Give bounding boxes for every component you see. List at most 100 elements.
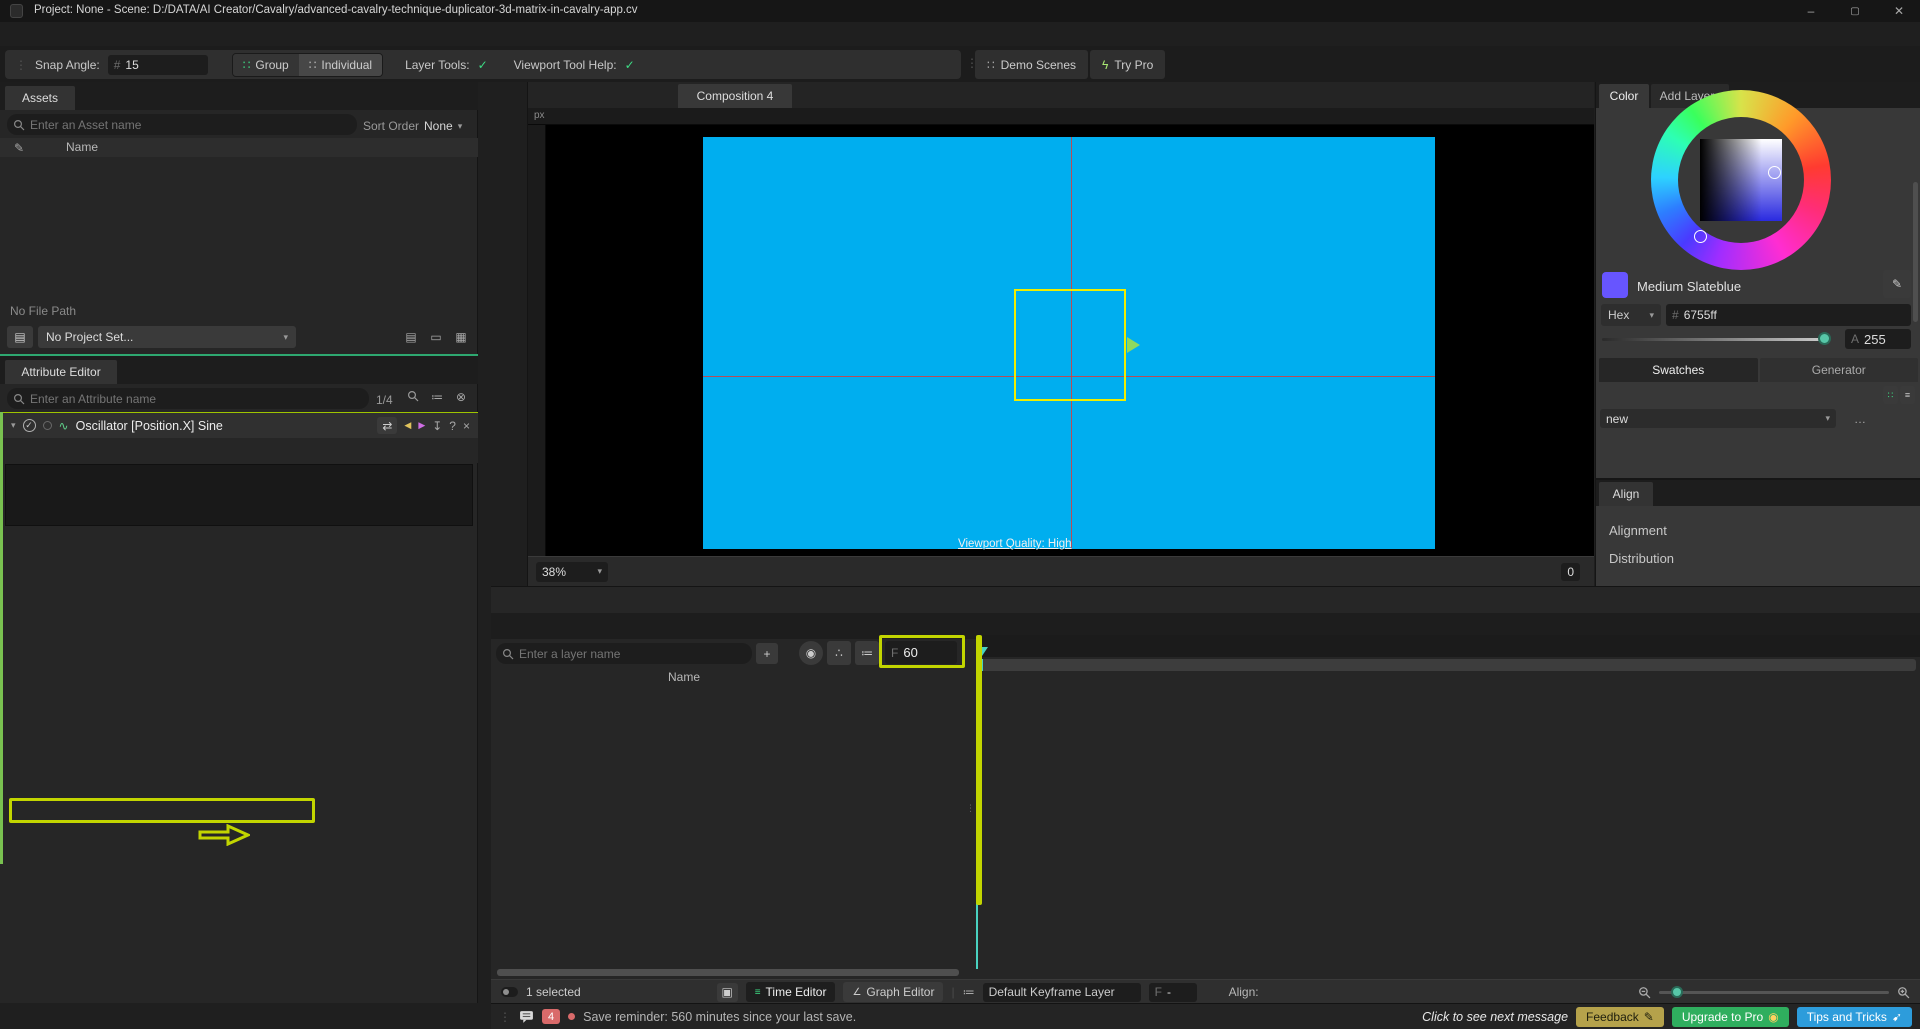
- current-color-chip[interactable]: [1602, 272, 1628, 298]
- playhead-handle[interactable]: [976, 647, 988, 656]
- work-area-strip[interactable]: [976, 659, 1916, 671]
- collapse-chevron-icon[interactable]: ▾: [11, 420, 16, 431]
- keyframe-prev-icon[interactable]: ◀: [404, 420, 411, 431]
- upgrade-pro-button[interactable]: Upgrade to Pro◉: [1672, 1007, 1789, 1027]
- swatch-list-view-button[interactable]: ≡: [1900, 386, 1915, 404]
- help-icon[interactable]: ?: [449, 419, 456, 433]
- alpha-value-field[interactable]: A255: [1845, 329, 1911, 349]
- project-set-dropdown[interactable]: No Project Set...▾: [38, 326, 296, 348]
- minimize-button[interactable]: –: [1790, 0, 1832, 22]
- upgrade-icon: ◉: [1768, 1010, 1778, 1024]
- feedback-button[interactable]: Feedback✎: [1576, 1007, 1664, 1027]
- layer-search-input[interactable]: Enter a layer name: [496, 643, 752, 664]
- time-editor-button[interactable]: ≡ Time Editor: [746, 982, 836, 1002]
- clear-icon[interactable]: ⊗: [452, 390, 470, 404]
- viewport-composition-tab[interactable]: Composition 4: [678, 84, 792, 108]
- layer-list-hscrollbar[interactable]: [497, 969, 959, 976]
- layer-tools-check[interactable]: ✓: [478, 58, 488, 72]
- try-pro-button[interactable]: ϟ Try Pro: [1090, 50, 1165, 79]
- footer-frame-field[interactable]: F-: [1149, 983, 1197, 1002]
- selection-toggle-icon[interactable]: [501, 987, 518, 997]
- add-layer-button[interactable]: +: [756, 643, 778, 664]
- sort-order-select[interactable]: None▾: [424, 119, 462, 133]
- generator-tab[interactable]: Generator: [1760, 358, 1919, 382]
- layer-settings-button[interactable]: ≔: [855, 641, 879, 665]
- viewport-panel: Composition 4 px Viewport Quality: High …: [528, 82, 1594, 586]
- waveform-preview: [5, 464, 473, 526]
- playhead-line[interactable]: [976, 657, 978, 969]
- sv-picker[interactable]: [1700, 139, 1782, 221]
- no-file-path-label: No File Path: [10, 304, 76, 318]
- alpha-slider-handle[interactable]: [1818, 332, 1831, 345]
- filter-icon[interactable]: ≔: [428, 390, 446, 404]
- viewport-tool-help-check[interactable]: ✓: [625, 58, 635, 72]
- frame-offset-field[interactable]: 0: [1561, 563, 1580, 581]
- message-count-badge[interactable]: 4: [542, 1009, 560, 1024]
- enabled-check-icon[interactable]: ✓: [23, 419, 36, 432]
- swatch-more-button[interactable]: …: [1848, 409, 1872, 428]
- search-icon: [13, 393, 25, 405]
- snap-toolbar-group: ⋮ Snap Angle: #15 ∷ Group ∷ Individual L…: [5, 50, 961, 79]
- find-icon[interactable]: [404, 390, 422, 402]
- keyframe-next-icon[interactable]: ▶: [418, 420, 425, 431]
- tips-tricks-button[interactable]: Tips and Tricks➹: [1797, 1007, 1912, 1027]
- sort-order-label: Sort Order: [363, 119, 419, 133]
- rotate-handle-icon[interactable]: [1127, 337, 1140, 353]
- group-mode-button[interactable]: ∷ Group: [233, 54, 299, 76]
- demo-scenes-button[interactable]: ∷ Demo Scenes: [975, 50, 1088, 79]
- app-logo-icon: [10, 4, 23, 18]
- color-panel-scrollbar[interactable]: [1913, 182, 1918, 322]
- swatches-tab[interactable]: Swatches: [1599, 358, 1758, 382]
- swatch-grid-view-button[interactable]: ∷: [1883, 386, 1898, 404]
- next-message-link[interactable]: Click to see next message: [1422, 1010, 1568, 1024]
- layer-name-header: Name: [668, 670, 700, 684]
- grid-view-icon[interactable]: ▦: [451, 330, 471, 344]
- panel-splitter[interactable]: ⋮: [966, 643, 974, 983]
- zoom-in-icon[interactable]: [1897, 986, 1910, 999]
- attribute-counter: 1/4: [376, 393, 393, 407]
- hue-handle[interactable]: [1694, 230, 1707, 243]
- align-tab[interactable]: Align: [1599, 482, 1653, 506]
- close-button[interactable]: ✕: [1878, 0, 1920, 22]
- pin-icon[interactable]: ↧: [432, 419, 442, 433]
- attribute-editor-tab[interactable]: Attribute Editor: [5, 360, 117, 384]
- hex-mode-select[interactable]: Hex▾: [1601, 304, 1661, 326]
- snap-angle-input[interactable]: #15: [108, 55, 208, 75]
- node-switch-icon[interactable]: ⇄: [377, 417, 397, 434]
- onion-skin-button[interactable]: ◉: [799, 641, 823, 665]
- project-set-icon-button[interactable]: ▤: [7, 326, 33, 348]
- viewport-tool-column: [479, 82, 528, 586]
- solo-circle-icon[interactable]: [43, 421, 52, 430]
- swatch-group-select[interactable]: new▾: [1600, 409, 1836, 428]
- asset-search-input[interactable]: Enter an Asset name: [7, 114, 357, 135]
- oscillator-node-header[interactable]: ▾ ✓ ∿ Oscillator [Position.X] Sine ⇄ ◀ ▶…: [3, 412, 478, 438]
- timeline-zoom-handle[interactable]: [1671, 986, 1683, 998]
- timeline-ruler[interactable]: [976, 635, 1920, 657]
- selection-bounding-box[interactable]: [1014, 289, 1126, 401]
- eyedropper-button[interactable]: ✎: [1883, 270, 1911, 298]
- monitor-icon[interactable]: ▭: [426, 330, 446, 344]
- composition-canvas[interactable]: [703, 137, 1435, 549]
- zoom-out-icon[interactable]: [1638, 986, 1651, 999]
- graph-editor-button[interactable]: ∠ Graph Editor: [843, 982, 943, 1002]
- assets-tab[interactable]: Assets: [5, 86, 75, 110]
- attribute-search-input[interactable]: Enter an Attribute name: [7, 388, 369, 409]
- maximize-button[interactable]: ▢: [1834, 0, 1876, 22]
- keyframe-view-button[interactable]: ▣: [717, 983, 738, 1002]
- alpha-slider[interactable]: [1602, 338, 1830, 341]
- node-close-icon[interactable]: ×: [463, 419, 470, 433]
- folder-icon[interactable]: ▤: [401, 330, 421, 344]
- scatter-add-button[interactable]: ∴: [827, 641, 851, 665]
- messages-icon[interactable]: [519, 1009, 534, 1024]
- sv-handle[interactable]: [1768, 166, 1781, 179]
- default-keyframe-layer-select[interactable]: Default Keyframe Layer: [983, 983, 1141, 1002]
- status-bar: ⋮ 4 Save reminder: 560 minutes since you…: [491, 1003, 1920, 1029]
- individual-mode-button[interactable]: ∷ Individual: [299, 54, 382, 76]
- hex-value-input[interactable]: #6755ff: [1666, 304, 1911, 326]
- time-offset-annotation-arrow: [198, 824, 250, 846]
- zoom-level-select[interactable]: 38%▾: [536, 562, 608, 582]
- current-frame-input[interactable]: F60: [885, 641, 957, 664]
- individual-icon: ∷: [309, 58, 317, 72]
- timeline-zoom-slider[interactable]: [1659, 991, 1889, 994]
- color-tab[interactable]: Color: [1599, 84, 1649, 108]
